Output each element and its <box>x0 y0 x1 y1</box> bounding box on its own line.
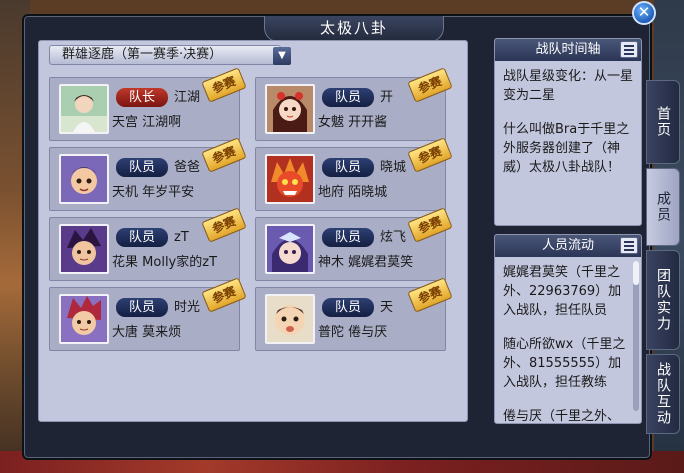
participating-tag: 参赛 <box>407 277 453 313</box>
member-server-nickname: 普陀 倦与厌 <box>318 324 387 342</box>
timeline-list: 战队星级变化：从一星变为二星 什么叫做Bra于千里之外服务器创建了（神威）太极八… <box>495 61 641 177</box>
fairy-avatar <box>265 224 315 274</box>
participating-tag: 参赛 <box>201 137 247 173</box>
close-button[interactable]: ✕ <box>632 1 656 25</box>
menu-icon[interactable] <box>620 41 638 58</box>
scholar-avatar <box>59 84 109 134</box>
participating-tag: 参赛 <box>201 277 247 313</box>
member-server: 花果 <box>112 255 139 270</box>
role-badge: 队员 <box>116 228 168 247</box>
participating-tag: 参赛 <box>201 67 247 103</box>
member-server-nickname: 天机 年岁平安 <box>112 184 194 202</box>
boy-avatar <box>59 154 109 204</box>
tab-members[interactable]: 成员 <box>646 168 680 246</box>
member-name: 晓城 <box>380 160 407 175</box>
member-panel: 群雄逐鹿（第一赛季·决赛） ▼ 队长 江湖 天宫 江湖啊 参赛 队员 开 女魃 … <box>38 40 468 422</box>
participating-tag: 参赛 <box>407 67 453 103</box>
member-card[interactable]: 队员 zT 花果 Molly家的zT 参赛 <box>49 207 247 281</box>
season-select[interactable]: 群雄逐鹿（第一赛季·决赛） ▼ <box>49 45 291 65</box>
member-flow-list: 娓娓君莫笑（千里之外、22963769）加入战队，担任队员 随心所欲wx（千里之… <box>495 257 641 424</box>
member-flow-header: 人员流动 <box>495 235 641 257</box>
member-nickname: 娓娓君莫笑 <box>348 255 414 270</box>
scrollbar[interactable] <box>633 261 639 411</box>
member-card[interactable]: 队员 晓城 地府 陌晓城 参赛 <box>255 137 453 211</box>
member-name: 江湖 <box>174 90 201 105</box>
participating-tag: 参赛 <box>407 137 453 173</box>
warrior-avatar <box>59 224 109 274</box>
member-nickname: Molly家的zT <box>142 255 218 270</box>
member-nickname: 陌晓城 <box>348 185 388 200</box>
baby-photo-avatar <box>265 294 315 344</box>
swordsman-avatar <box>59 294 109 344</box>
scroll-thumb[interactable] <box>633 261 639 285</box>
member-card[interactable]: 队员 天 普陀 倦与厌 参赛 <box>255 277 453 351</box>
participating-tag: 参赛 <box>201 207 247 243</box>
timeline-entry: 战队星级变化：从一星变为二星 <box>503 69 634 103</box>
role-badge: 队员 <box>322 88 374 107</box>
flow-entry: 倦与厌（千里之外、 <box>503 409 621 424</box>
chevron-down-icon[interactable]: ▼ <box>273 47 291 65</box>
timeline-title: 战队时间轴 <box>535 42 601 57</box>
member-nickname: 开开酱 <box>348 115 388 130</box>
demon-avatar <box>265 154 315 204</box>
role-badge: 队员 <box>322 228 374 247</box>
flow-entry: 随心所欲wx（千里之外、81555555）加入战队，担任教练 <box>503 337 626 390</box>
timeline-header: 战队时间轴 <box>495 39 641 61</box>
member-name: 开 <box>380 90 394 105</box>
role-badge: 队员 <box>322 158 374 177</box>
member-nickname: 莫来烦 <box>142 325 182 340</box>
member-server-nickname: 天宫 江湖啊 <box>112 114 181 132</box>
member-server: 天机 <box>112 185 139 200</box>
participating-tag: 参赛 <box>407 207 453 243</box>
member-card[interactable]: 队员 爸爸 天机 年岁平安 参赛 <box>49 137 247 211</box>
member-server-nickname: 女魃 开开酱 <box>318 114 387 132</box>
member-card[interactable]: 队员 开 女魃 开开酱 参赛 <box>255 67 453 141</box>
season-select-value: 群雄逐鹿（第一赛季·决赛） <box>62 47 223 62</box>
member-server-nickname: 花果 Molly家的zT <box>112 254 217 272</box>
member-server: 大唐 <box>112 325 139 340</box>
member-card[interactable]: 队长 江湖 天宫 江湖啊 参赛 <box>49 67 247 141</box>
member-server-nickname: 神木 娓娓君莫笑 <box>318 254 413 272</box>
tab-team-interaction[interactable]: 战队互动 <box>646 354 680 434</box>
role-badge: 队员 <box>116 298 168 317</box>
member-server: 地府 <box>318 185 345 200</box>
member-server-nickname: 大唐 莫来烦 <box>112 324 181 342</box>
menu-icon[interactable] <box>620 237 638 254</box>
member-name: zT <box>174 230 189 245</box>
girl-avatar <box>265 84 315 134</box>
flow-entry: 娓娓君莫笑（千里之外、22963769）加入战队，担任队员 <box>503 265 622 318</box>
member-flow-panel: 人员流动 娓娓君莫笑（千里之外、22963769）加入战队，担任队员 随心所欲w… <box>494 234 642 424</box>
member-name: 天 <box>380 300 394 315</box>
member-name: 爸爸 <box>174 160 201 175</box>
window-title: 太极八卦 <box>264 16 444 42</box>
member-server: 普陀 <box>318 325 345 340</box>
tab-home[interactable]: 首页 <box>646 80 680 164</box>
member-card[interactable]: 队员 时光 大唐 莫来烦 参赛 <box>49 277 247 351</box>
member-flow-title: 人员流动 <box>541 238 594 253</box>
timeline-entry: 什么叫做Bra于千里之外服务器创建了（神威）太极八卦战队！ <box>503 122 630 175</box>
role-badge: 队长 <box>116 88 168 107</box>
member-card[interactable]: 队员 炫飞 神木 娓娓君莫笑 参赛 <box>255 207 453 281</box>
member-nickname: 江湖啊 <box>142 115 182 130</box>
role-badge: 队员 <box>322 298 374 317</box>
member-server: 天宫 <box>112 115 139 130</box>
member-nickname: 倦与厌 <box>348 325 388 340</box>
member-server: 女魃 <box>318 115 345 130</box>
role-badge: 队员 <box>116 158 168 177</box>
member-name: 时光 <box>174 300 201 315</box>
member-server: 神木 <box>318 255 345 270</box>
tab-team-strength[interactable]: 团队实力 <box>646 250 680 350</box>
timeline-panel: 战队时间轴 战队星级变化：从一星变为二星 什么叫做Bra于千里之外服务器创建了（… <box>494 38 642 226</box>
member-server-nickname: 地府 陌晓城 <box>318 184 387 202</box>
member-name: 炫飞 <box>380 230 407 245</box>
member-nickname: 年岁平安 <box>142 185 195 200</box>
